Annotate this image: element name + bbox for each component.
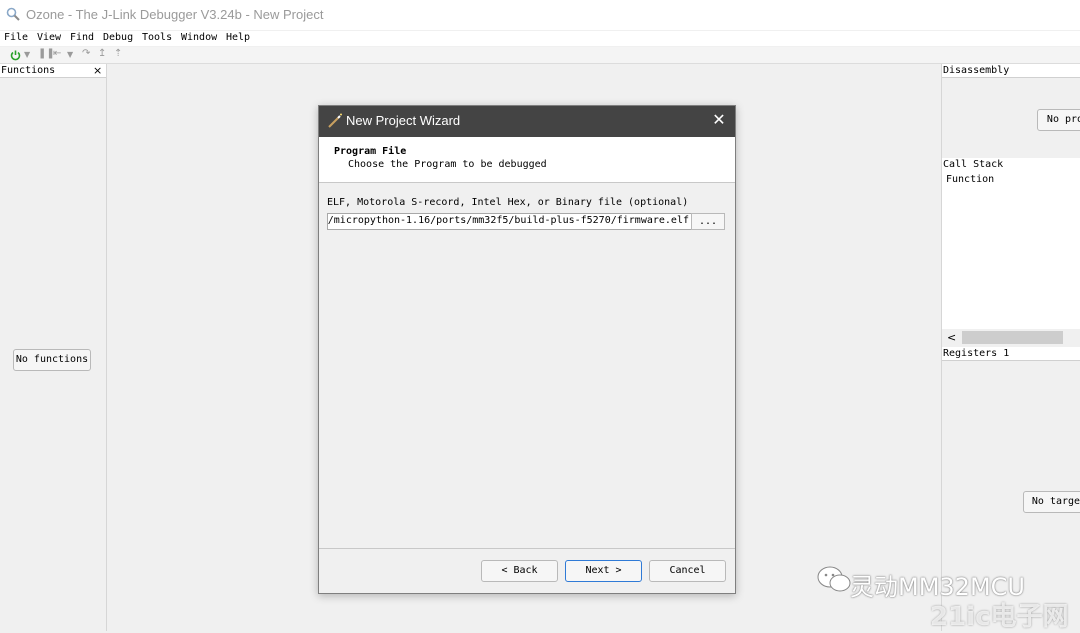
menu-find[interactable]: Find [70, 32, 94, 43]
reset-icon[interactable]: ⇤ [53, 48, 61, 59]
disassembly-panel-title: Disassembly [943, 65, 1010, 76]
program-file-input[interactable]: hon-su/micropython-1.16/ports/mm32f5/bui… [327, 213, 693, 230]
close-icon[interactable]: ✕ [709, 110, 729, 130]
no-functions-button[interactable]: No functions [13, 349, 91, 371]
power-icon[interactable] [10, 50, 21, 61]
no-target-button[interactable]: No target [1023, 491, 1080, 513]
dialog-titlebar: New Project Wizard ✕ [319, 106, 735, 137]
callstack-panel-title: Call Stack [943, 159, 1004, 170]
registers-panel-title: Registers 1 [943, 348, 1010, 359]
no-program-button[interactable]: No prog [1037, 109, 1080, 131]
functions-panel-title: Functions [1, 65, 56, 76]
magic-wand-icon [328, 113, 342, 128]
page-title: Program File [334, 146, 407, 157]
step-into-icon[interactable]: ↥ [98, 48, 106, 59]
menu-help[interactable]: Help [226, 32, 250, 43]
wechat-icon [817, 566, 851, 592]
menu-file[interactable]: File [4, 32, 28, 43]
next-button[interactable]: Next > [565, 560, 642, 582]
window-titlebar: Ozone - The J-Link Debugger V3.24b - New… [0, 0, 1080, 30]
footer-divider [319, 548, 735, 549]
file-field-label: ELF, Motorola S-record, Intel Hex, or Bi… [327, 197, 689, 208]
scrollbar-thumb[interactable] [962, 331, 1063, 344]
callstack-panel-header: Call Stack [942, 158, 1080, 172]
browse-button[interactable]: ... [691, 213, 725, 230]
cancel-button[interactable]: Cancel [649, 560, 726, 582]
menu-bar: File View Find Debug Tools Window Help [0, 31, 1080, 46]
menu-tools[interactable]: Tools [142, 32, 172, 43]
disassembly-panel-header: Disassembly [942, 64, 1080, 78]
back-button[interactable]: < Back [481, 560, 558, 582]
scroll-left-icon[interactable]: < [947, 331, 956, 344]
new-project-wizard-dialog: New Project Wizard ✕ Program File Choose… [318, 105, 736, 594]
dropdown-icon[interactable]: ▼ [24, 50, 30, 59]
program-file-value: hon-su/micropython-1.16/ports/mm32f5/bui… [327, 215, 689, 226]
menu-view[interactable]: View [37, 32, 61, 43]
close-icon[interactable]: × [93, 64, 102, 77]
step-out-icon[interactable]: ⇡ [114, 48, 122, 59]
menu-debug[interactable]: Debug [103, 32, 133, 43]
functions-panel: Functions × No functions [0, 64, 107, 631]
magnifier-icon [6, 7, 20, 21]
window-title: Ozone - The J-Link Debugger V3.24b - New… [26, 7, 324, 22]
callstack-table: Function < [942, 171, 1080, 346]
toolbar: ▼ ❚❚ ⇤ ▼ ↷ ↥ ⇡ [0, 47, 1080, 64]
watermark: 灵动MM32MCU 21ic电子网 [808, 562, 1080, 632]
right-dock: Disassembly No prog Call Stack Function … [941, 64, 1080, 631]
page-subtitle: Choose the Program to be debugged [348, 159, 547, 170]
wizard-page-header: Program File Choose the Program to be de… [319, 137, 735, 183]
dropdown-icon[interactable]: ▼ [67, 50, 73, 59]
step-over-icon[interactable]: ↷ [82, 48, 90, 59]
dialog-title: New Project Wizard [346, 113, 461, 128]
registers-panel-header: Registers 1 [942, 347, 1080, 361]
functions-panel-header: Functions × [0, 64, 106, 78]
menu-window[interactable]: Window [181, 32, 217, 43]
watermark-logo: 21ic电子网 [930, 602, 1069, 632]
column-header-function[interactable]: Function [946, 174, 994, 185]
horizontal-scrollbar[interactable]: < [942, 329, 1080, 346]
